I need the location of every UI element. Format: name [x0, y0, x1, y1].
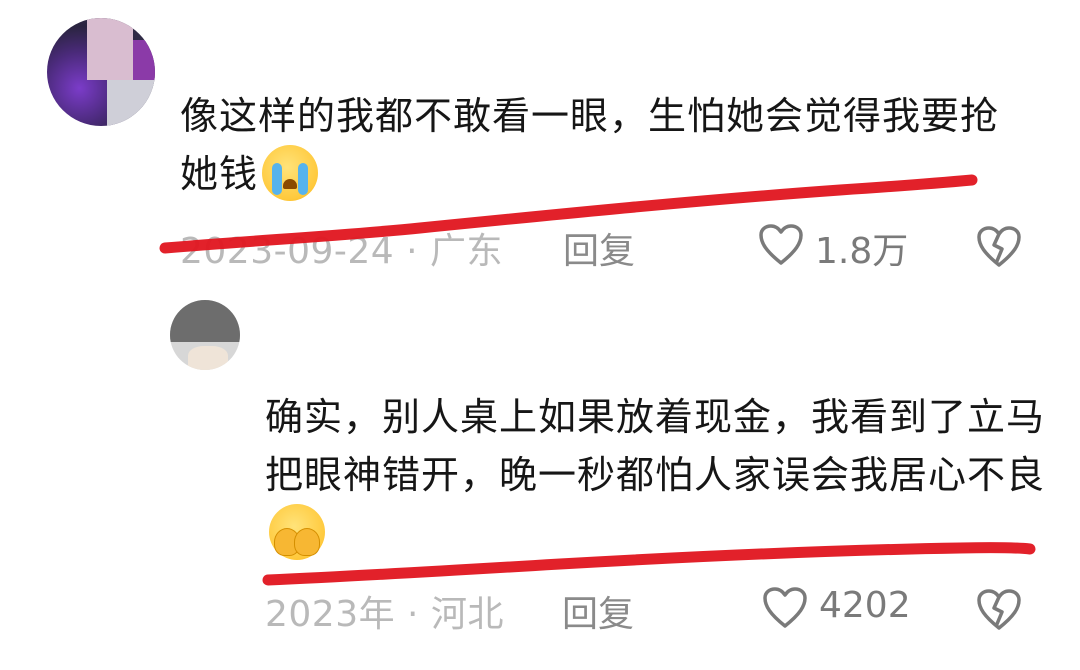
- like-count: 1.8万: [815, 231, 909, 272]
- reply-commenter-avatar[interactable]: [170, 300, 240, 370]
- reply-comment-text: 确实，别人桌上如果放着现金，我看到了立马把眼神错开，晚一秒都怕人家误会我居心不良: [265, 388, 1055, 564]
- dislike-broken-heart-icon-2[interactable]: [975, 588, 1023, 632]
- comment-text: 像这样的我都不敢看一眼，生怕她会觉得我要抢她钱: [180, 87, 1020, 205]
- reply-button[interactable]: 回复: [563, 222, 635, 274]
- commenter-avatar[interactable]: [47, 18, 155, 126]
- like-count-2: 4202: [819, 585, 911, 626]
- dislike-broken-heart-icon[interactable]: [975, 225, 1023, 269]
- like-heart-icon-2[interactable]: [762, 586, 808, 630]
- like-heart-icon[interactable]: [758, 223, 804, 267]
- comment-date-location: 2023-09-24 · 广东: [180, 231, 504, 272]
- face-covering-eyes-icon: [269, 503, 325, 560]
- reply-comment-body: 确实，别人桌上如果放着现金，我看到了立马把眼神错开，晚一秒都怕人家误会我居心不良: [265, 395, 1046, 497]
- loudly-crying-face-icon: [262, 144, 319, 201]
- reply-button-2[interactable]: 回复: [562, 585, 634, 637]
- reply-date-location: 2023年 · 河北: [265, 594, 504, 635]
